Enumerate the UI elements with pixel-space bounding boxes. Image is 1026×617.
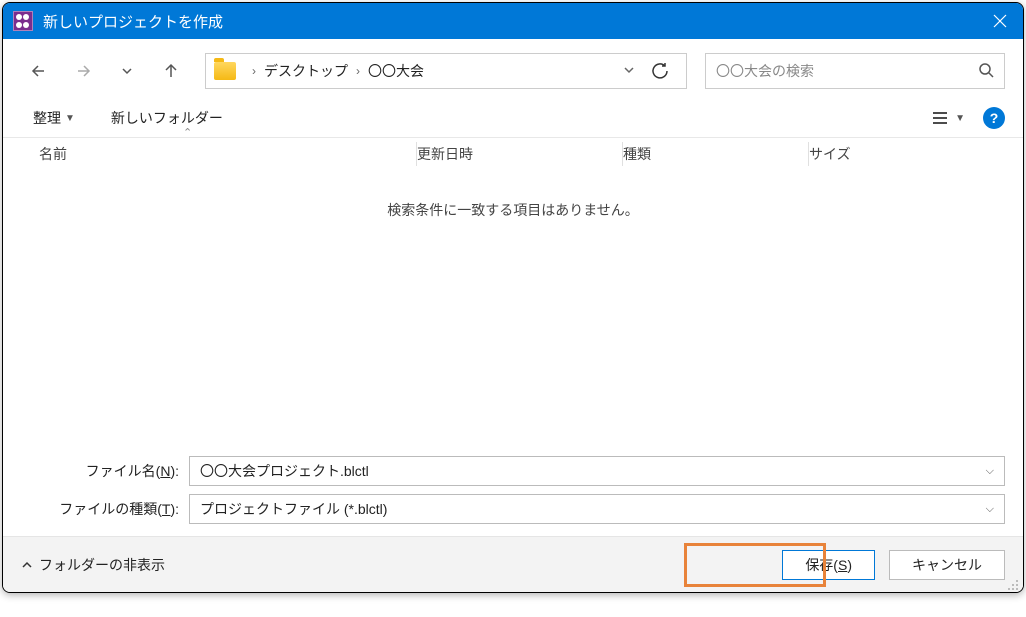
refresh-icon (651, 62, 669, 80)
forward-button[interactable] (65, 53, 101, 89)
window-title: 新しいプロジェクトを作成 (43, 11, 977, 32)
column-headers: ⌃ 名前 更新日時 種類 サイズ (3, 138, 1023, 164)
search-box[interactable] (705, 53, 1005, 89)
cancel-button[interactable]: キャンセル (889, 550, 1005, 580)
close-button[interactable] (977, 3, 1023, 39)
column-size[interactable]: サイズ (809, 144, 1005, 164)
chevron-down-icon: ▼ (955, 113, 965, 124)
sort-indicator-icon: ⌃ (183, 126, 192, 139)
chevron-down-icon (120, 64, 134, 78)
chevron-up-icon (21, 559, 33, 571)
chevron-down-icon (622, 63, 636, 77)
file-form: ファイル名(N): 〇〇大会プロジェクト.blctl ⌵ ファイルの種類(T):… (3, 446, 1023, 536)
filetype-value: プロジェクトファイル (*.blctl) (200, 499, 986, 519)
folder-icon (214, 62, 236, 80)
breadcrumb-dropdown[interactable] (622, 63, 636, 80)
navigation-toolbar: › デスクトップ › 〇〇大会 (3, 39, 1023, 103)
chevron-down-icon: ▼ (65, 113, 75, 124)
file-list-area: 検索条件に一致する項目はありません。 (3, 164, 1023, 446)
search-input[interactable] (716, 63, 978, 79)
close-icon (993, 14, 1007, 28)
action-bar: 整理 ▼ 新しいフォルダー ▼ ? (3, 103, 1023, 138)
breadcrumb-current[interactable]: 〇〇大会 (368, 61, 424, 81)
filename-row: ファイル名(N): 〇〇大会プロジェクト.blctl ⌵ (21, 456, 1005, 486)
save-dialog-window: 新しいプロジェクトを作成 › デスクトップ › 〇〇大会 (2, 2, 1024, 593)
filetype-dropdown[interactable]: プロジェクトファイル (*.blctl) ⌵ (189, 494, 1005, 524)
back-button[interactable] (21, 53, 57, 89)
column-type[interactable]: 種類 (623, 144, 809, 164)
resize-grip-icon[interactable] (1007, 578, 1019, 590)
hide-folders-toggle[interactable]: フォルダーの非表示 (21, 555, 165, 575)
address-bar[interactable]: › デスクトップ › 〇〇大会 (205, 53, 687, 89)
new-folder-button[interactable]: 新しいフォルダー (111, 108, 223, 128)
list-icon (931, 111, 949, 125)
chevron-down-icon[interactable]: ⌵ (986, 503, 994, 516)
recent-dropdown[interactable] (109, 53, 145, 89)
breadcrumb-separator: › (244, 64, 264, 78)
save-button[interactable]: 保存(S) (782, 550, 875, 580)
column-date[interactable]: 更新日時 (417, 144, 623, 164)
chevron-down-icon[interactable]: ⌵ (986, 465, 994, 478)
refresh-button[interactable] (642, 53, 678, 89)
filename-input[interactable]: 〇〇大会プロジェクト.blctl ⌵ (189, 456, 1005, 486)
filename-label: ファイル名(N): (21, 461, 189, 481)
bottom-bar: フォルダーの非表示 保存(S) キャンセル (3, 536, 1023, 592)
titlebar: 新しいプロジェクトを作成 (3, 3, 1023, 39)
arrow-left-icon (29, 61, 49, 81)
arrow-right-icon (73, 61, 93, 81)
filename-value: 〇〇大会プロジェクト.blctl (200, 461, 986, 481)
app-icon (13, 11, 33, 31)
filetype-row: ファイルの種類(T): プロジェクトファイル (*.blctl) ⌵ (21, 494, 1005, 524)
organize-dropdown[interactable]: 整理 ▼ (33, 108, 75, 128)
empty-message: 検索条件に一致する項目はありません。 (387, 200, 639, 220)
organize-label: 整理 (33, 108, 61, 128)
breadcrumb-separator: › (348, 64, 368, 78)
hide-folders-label: フォルダーの非表示 (39, 555, 165, 575)
breadcrumb-desktop[interactable]: デスクトップ (264, 61, 348, 81)
arrow-up-icon (161, 61, 181, 81)
filetype-label: ファイルの種類(T): (21, 499, 189, 519)
up-button[interactable] (153, 53, 189, 89)
view-options-button[interactable]: ▼ (931, 111, 965, 125)
search-icon (978, 62, 994, 81)
column-name[interactable]: 名前 (39, 144, 417, 164)
help-button[interactable]: ? (983, 107, 1005, 129)
